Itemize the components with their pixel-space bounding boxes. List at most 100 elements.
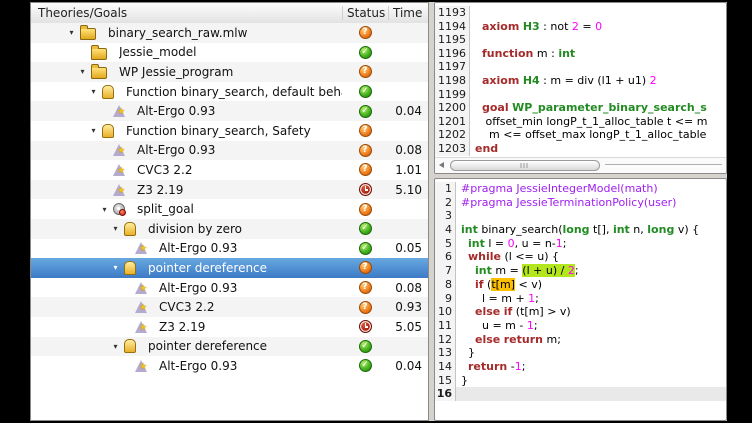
prover-icon: [113, 105, 125, 117]
code-token: 1: [527, 319, 534, 332]
expander-arrow-icon[interactable]: [87, 87, 100, 96]
line-content: #pragma JessieIntegerModel(math): [456, 182, 726, 196]
tree-row[interactable]: split_goal: [31, 199, 428, 219]
source-code-view[interactable]: 1 #pragma JessieIntegerModel(math)2#pragm…: [435, 179, 726, 401]
line-content: l = m + 1;: [456, 292, 726, 306]
expander-arrow-icon[interactable]: [65, 28, 78, 37]
line-content: int m = (l + u) / 2;: [456, 264, 726, 278]
tree-column-headers: Theories/Goals Status Time: [31, 3, 428, 24]
scrollbar-thumb[interactable]: [450, 160, 600, 171]
line-number: 1196: [435, 47, 470, 61]
tree-row[interactable]: division by zero: [31, 219, 428, 239]
tree-row[interactable]: Alt-Ergo 0.930.08: [31, 278, 428, 298]
tree-row-label: split_goal: [137, 202, 342, 216]
expander-arrow-icon[interactable]: [87, 126, 100, 135]
code-line: 2#pragma JessieTerminationPolicy(user): [435, 196, 726, 210]
time-value: 0.08: [388, 281, 428, 295]
green-check-status-icon: [359, 359, 372, 372]
tree-row[interactable]: Z3 2.195.05: [31, 317, 428, 337]
expander-arrow-icon[interactable]: [109, 224, 122, 233]
time-value: 1.01: [388, 163, 428, 177]
status-cell: [342, 261, 388, 274]
tree-row[interactable]: CVC3 2.2 1.01: [31, 160, 428, 180]
code-token: 2: [568, 264, 575, 277]
code-line: 1201 offset_min longP_t_1_alloc_table t …: [435, 115, 726, 129]
tree-row[interactable]: CVC3 2.20.93: [31, 297, 428, 317]
prover-icon: [113, 164, 125, 176]
code-line: 8 if (t[m] < v): [435, 278, 726, 292]
theory-icon: [102, 85, 114, 99]
tree-row[interactable]: Alt-Ergo 0.930.04: [31, 101, 428, 121]
green-check-status-icon: [359, 85, 372, 98]
code-line: 1197: [435, 60, 726, 74]
line-number: 11: [435, 319, 456, 333]
time-value: 0.08: [388, 143, 428, 157]
line-content: [456, 387, 726, 401]
tree-row[interactable]: Function binary_search, Safety: [31, 121, 428, 141]
status-cell: [342, 222, 388, 235]
code-token: l = m +: [461, 292, 528, 305]
tree-row-label: Alt-Ergo 0.93: [159, 359, 342, 373]
line-number: 12: [435, 333, 456, 347]
code-token: -: [507, 360, 514, 373]
theory-icon: [124, 261, 136, 275]
tree-row[interactable]: Alt-Ergo 0.930.08: [31, 141, 428, 161]
code-token: m :: [533, 47, 558, 60]
scroll-left-arrow-icon[interactable]: [439, 162, 444, 168]
folder-icon: [91, 67, 107, 79]
code-token: 2: [650, 74, 657, 87]
line-content: [470, 60, 726, 74]
prover-icon: [113, 144, 125, 156]
line-content: end: [470, 142, 726, 156]
tree-row[interactable]: binary_search_raw.mlw: [31, 23, 428, 43]
code-line: 16: [435, 387, 726, 401]
code-line: 1202 m <= offset_max longP_t_1_alloc_tab…: [435, 128, 726, 142]
tree-row[interactable]: Function binary_search, default behavior: [31, 82, 428, 102]
tree-row[interactable]: Jessie_model: [31, 43, 428, 63]
orange-question-status-icon: [359, 281, 372, 294]
line-number: 1202: [435, 128, 470, 142]
prover-icon: [135, 242, 147, 254]
tree-row[interactable]: pointer dereference: [31, 337, 428, 357]
line-content: goal WP_parameter_binary_search_s: [470, 101, 726, 115]
transf-icon: [113, 203, 125, 215]
tree-row-label: CVC3 2.2: [137, 163, 342, 177]
tree-row[interactable]: Z3 2.195.10: [31, 180, 428, 200]
code-token: : m = div (l1 + u1): [540, 74, 650, 87]
expander-arrow-icon[interactable]: [109, 342, 122, 351]
code-token: binary_search(: [478, 223, 563, 236]
code-token: #pragma JessieIntegerModel(math): [461, 182, 658, 195]
line-number: 1203: [435, 142, 470, 156]
code-token: [461, 333, 475, 346]
code-token: : not: [540, 20, 572, 33]
prover-icon: [135, 282, 147, 294]
green-check-status-icon: [359, 105, 372, 118]
code-token: (l <= u) {: [501, 250, 559, 263]
line-content: m <= offset_max longP_t_1_alloc_table: [470, 128, 726, 142]
line-number: 1194: [435, 20, 470, 34]
column-header-status[interactable]: Status: [342, 6, 388, 20]
expander-arrow-icon[interactable]: [98, 205, 111, 214]
code-line: 14 return -1;: [435, 360, 726, 374]
code-line: 1200 goal WP_parameter_binary_search_s: [435, 101, 726, 115]
tree-row-label: WP Jessie_program: [119, 65, 342, 79]
expander-arrow-icon[interactable]: [76, 67, 89, 76]
code-line: 1194 axiom H3 : not 2 = 0: [435, 20, 726, 34]
code-token: int: [461, 223, 478, 236]
time-value: 5.05: [388, 320, 428, 334]
code-line: 1193: [435, 6, 726, 20]
expander-arrow-icon[interactable]: [109, 263, 122, 272]
tree-row[interactable]: Alt-Ergo 0.930.05: [31, 239, 428, 259]
tree-row[interactable]: WP Jessie_program: [31, 62, 428, 82]
line-number: 1193: [435, 6, 470, 20]
red-clock-status-icon: [359, 320, 372, 333]
line-content: }: [456, 374, 726, 388]
scrollbar-track[interactable]: [605, 164, 722, 167]
tree-row[interactable]: pointer dereference: [31, 258, 428, 278]
orange-question-status-icon: [359, 124, 372, 137]
task-code-view[interactable]: 11931194 axiom H3 : not 2 = 011951196 fu…: [435, 3, 726, 156]
column-header-time[interactable]: Time: [388, 6, 428, 20]
code-token: u = m -: [461, 319, 527, 332]
column-header-theories-goals[interactable]: Theories/Goals: [31, 6, 342, 20]
tree-row[interactable]: Alt-Ergo 0.930.04: [31, 356, 428, 376]
